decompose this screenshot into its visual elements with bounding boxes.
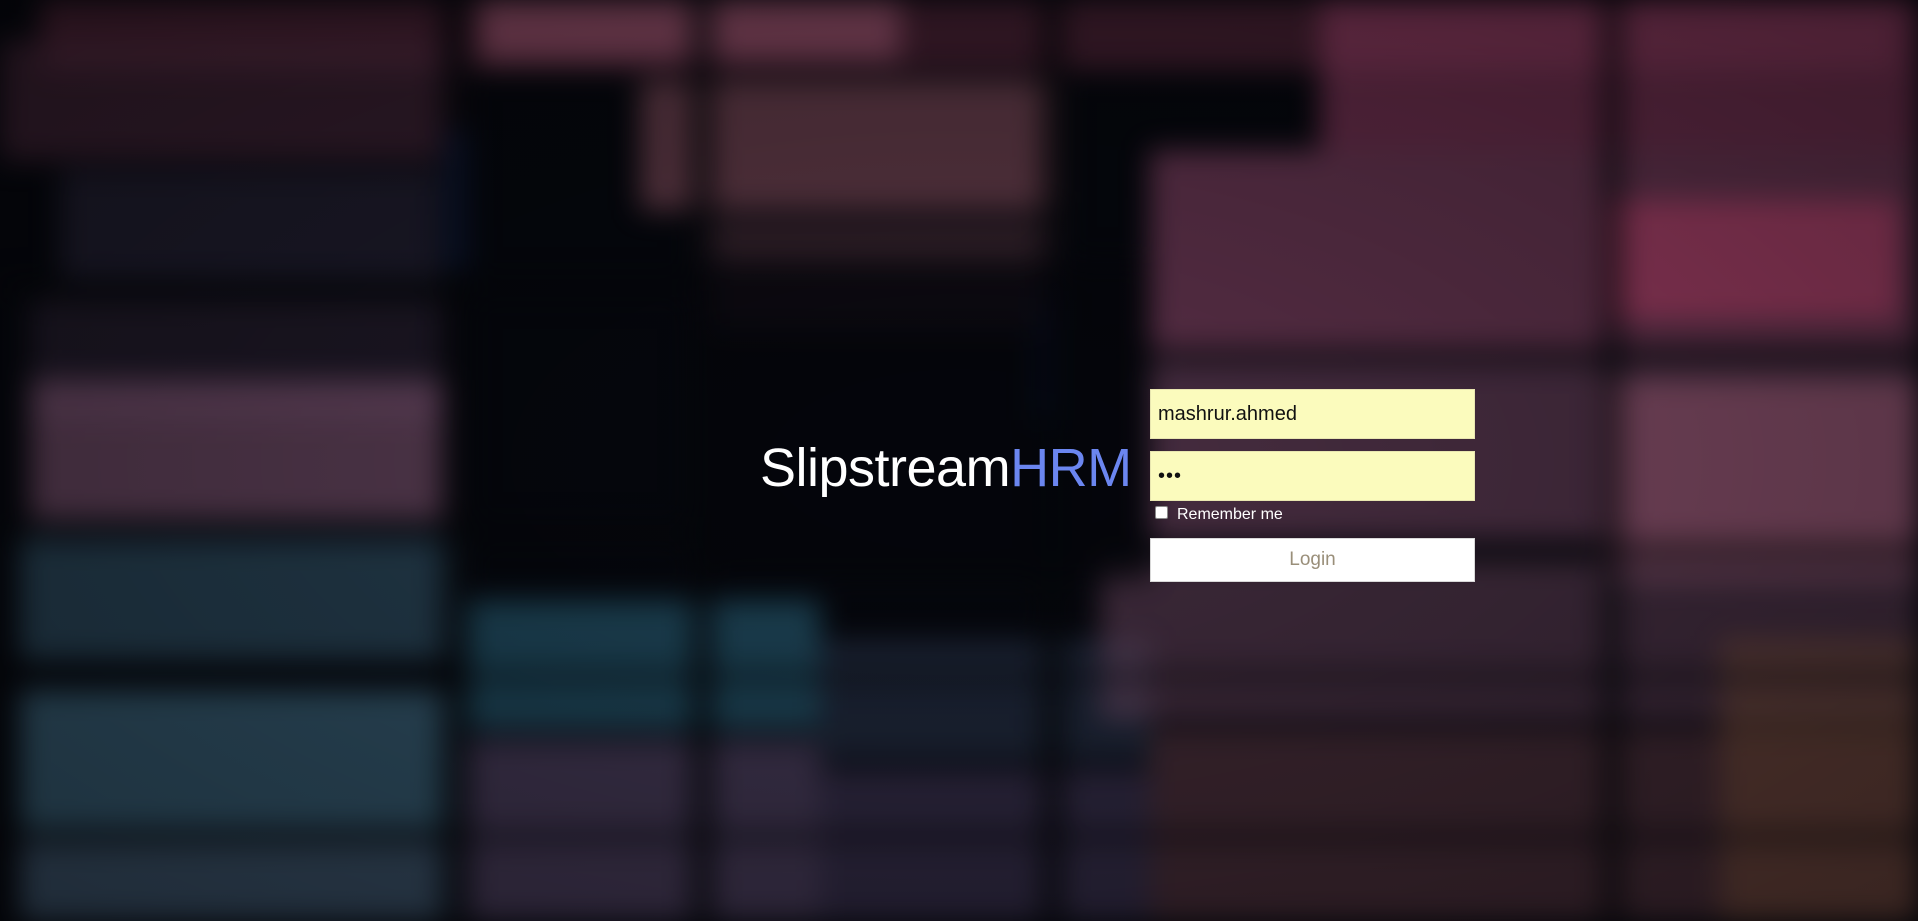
password-input[interactable]: [1150, 451, 1475, 501]
brand-name-primary: Slipstream: [760, 438, 1011, 498]
login-button[interactable]: Login: [1150, 538, 1475, 582]
remember-me-row[interactable]: Remember me: [1155, 504, 1283, 526]
brand-logo: SlipstreamHRM: [760, 437, 1132, 499]
remember-me-label: Remember me: [1177, 506, 1283, 523]
brand-name-accent: HRM: [1010, 438, 1132, 498]
username-input[interactable]: [1150, 389, 1475, 439]
remember-me-checkbox[interactable]: [1155, 505, 1168, 519]
